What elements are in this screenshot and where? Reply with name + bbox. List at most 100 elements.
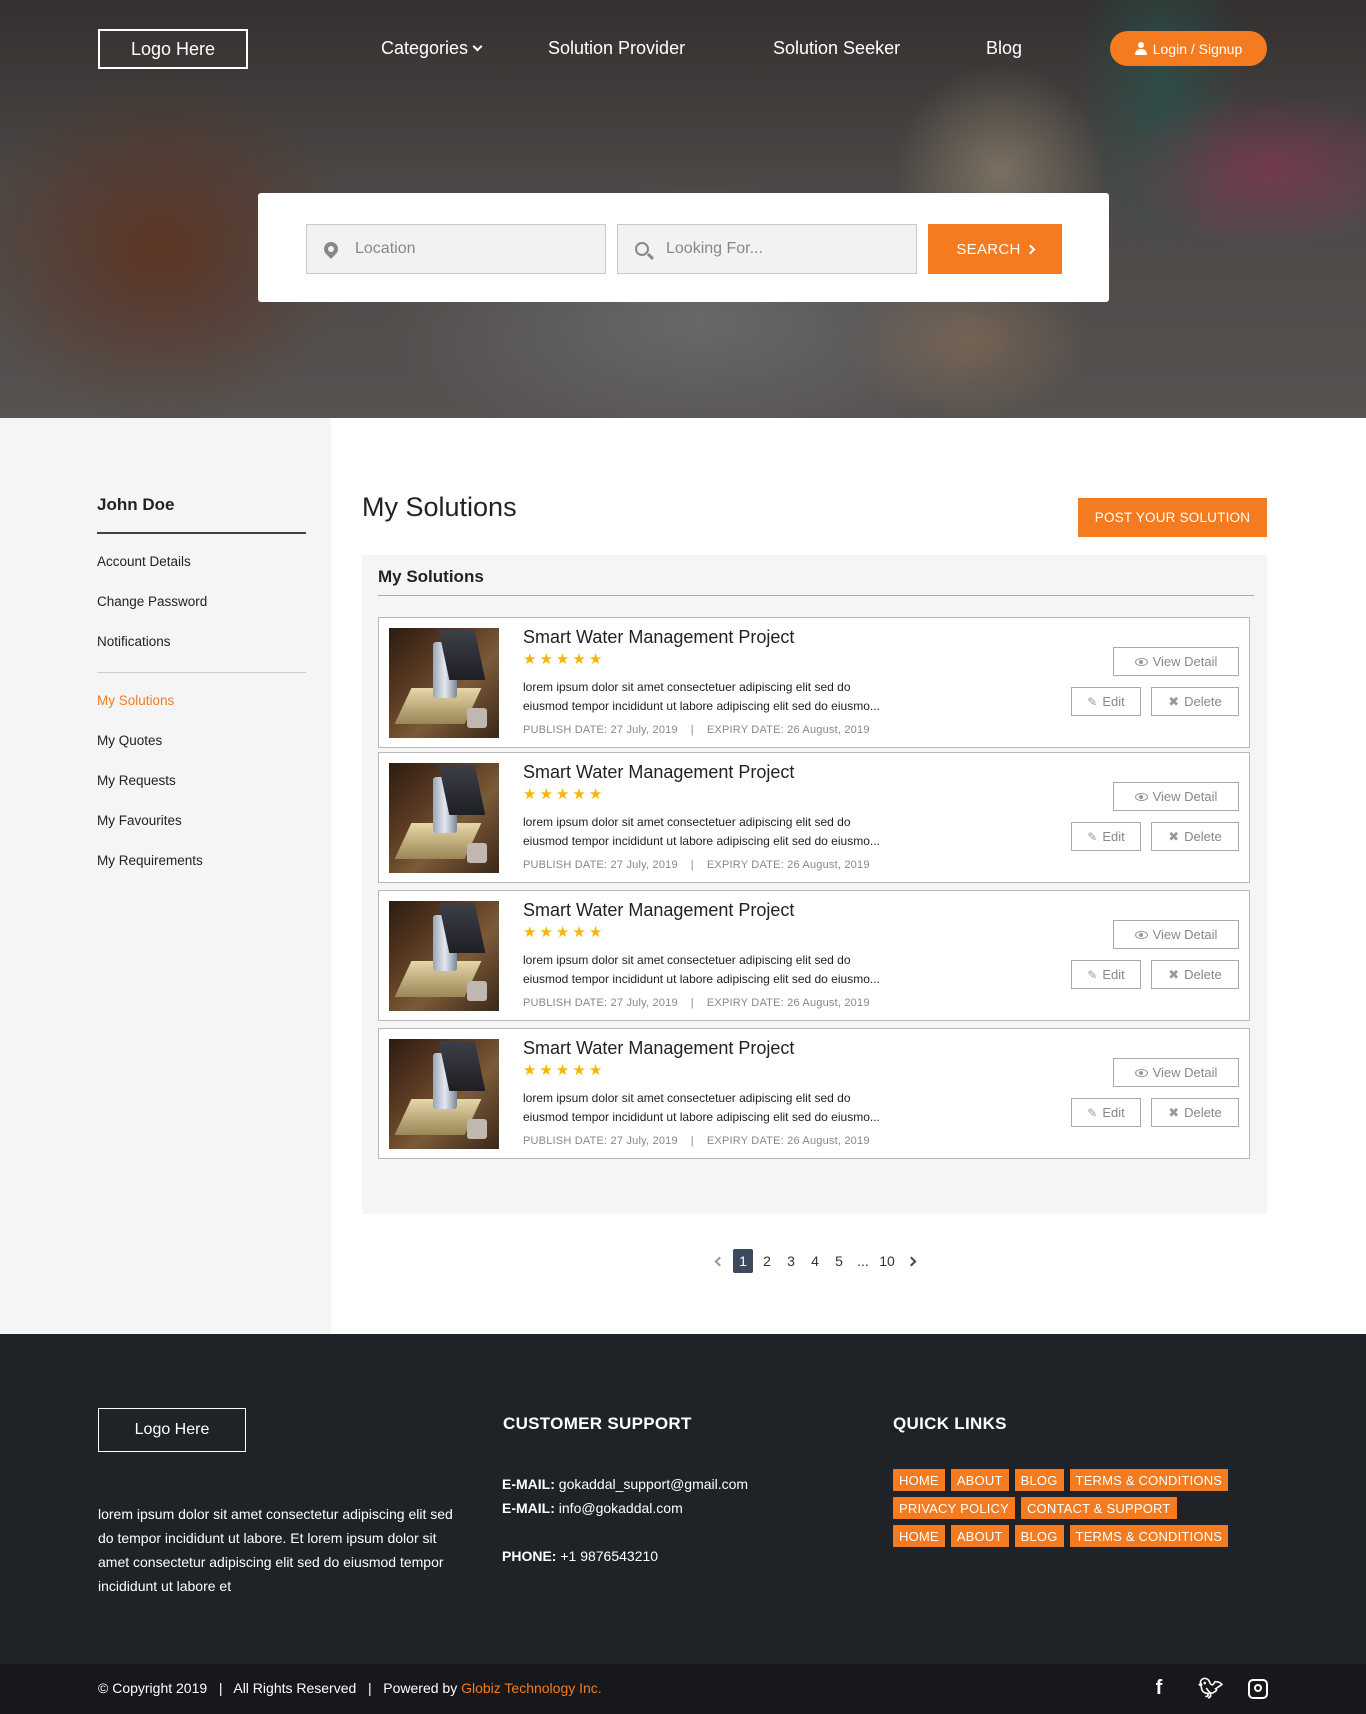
quick-link-home[interactable]: HOME bbox=[893, 1525, 945, 1547]
quick-link-terms[interactable]: TERMS & CONDITIONS bbox=[1069, 1525, 1229, 1547]
delete-button[interactable]: ✖ Delete bbox=[1151, 1098, 1239, 1127]
quick-link-blog[interactable]: BLOG bbox=[1014, 1469, 1064, 1491]
view-detail-button[interactable]: View Detail bbox=[1113, 782, 1239, 811]
delete-label: Delete bbox=[1184, 1105, 1222, 1120]
star-icon: ★ bbox=[555, 924, 570, 941]
star-icon: ★ bbox=[523, 1062, 537, 1079]
sidebar-item-my-requests[interactable]: My Requests bbox=[97, 773, 176, 788]
nav-blog[interactable]: Blog bbox=[986, 38, 1022, 59]
page-link[interactable]: 5 bbox=[827, 1249, 851, 1273]
solution-thumbnail[interactable] bbox=[389, 763, 499, 873]
description-line: lorem ipsum dolor sit amet consectetuer … bbox=[523, 680, 851, 694]
sidebar-item-change-password[interactable]: Change Password bbox=[97, 594, 207, 609]
quick-link-privacy[interactable]: PRIVACY POLICY bbox=[893, 1497, 1015, 1519]
login-signup-button[interactable]: Login / Signup bbox=[1110, 31, 1267, 66]
star-icon: ★ bbox=[572, 924, 586, 941]
looking-for-input[interactable]: Looking For... bbox=[617, 224, 917, 274]
solution-title[interactable]: Smart Water Management Project bbox=[523, 900, 794, 921]
solution-dates: PUBLISH DATE: 27 July, 2019 | EXPIRY DAT… bbox=[523, 859, 870, 871]
sidebar-item-my-quotes[interactable]: My Quotes bbox=[97, 733, 162, 748]
star-icon: ★ bbox=[523, 924, 537, 941]
solution-title[interactable]: Smart Water Management Project bbox=[523, 627, 794, 648]
quick-link-contact[interactable]: CONTACT & SUPPORT bbox=[1020, 1497, 1177, 1519]
quick-link-about[interactable]: ABOUT bbox=[950, 1469, 1009, 1491]
edit-button[interactable]: ✎ Edit bbox=[1071, 960, 1141, 989]
solution-title[interactable]: Smart Water Management Project bbox=[523, 762, 794, 783]
delete-label: Delete bbox=[1184, 967, 1222, 982]
phone-value[interactable]: +1 9876543210 bbox=[560, 1548, 658, 1564]
delete-label: Delete bbox=[1184, 694, 1222, 709]
view-detail-button[interactable]: View Detail bbox=[1113, 1058, 1239, 1087]
nav-categories[interactable]: Categories bbox=[381, 38, 483, 59]
sidebar-item-account-details[interactable]: Account Details bbox=[97, 554, 191, 569]
pagination-prev[interactable] bbox=[707, 1249, 731, 1273]
nav-solution-provider[interactable]: Solution Provider bbox=[548, 38, 685, 59]
solution-title[interactable]: Smart Water Management Project bbox=[523, 1038, 794, 1059]
post-solution-button[interactable]: POST YOUR SOLUTION bbox=[1078, 498, 1267, 537]
eye-icon bbox=[1134, 1068, 1148, 1077]
sidebar-item-notifications[interactable]: Notifications bbox=[97, 634, 171, 649]
quick-link-home[interactable]: HOME bbox=[893, 1469, 945, 1491]
page-link[interactable]: 2 bbox=[755, 1249, 779, 1273]
quick-link-terms[interactable]: TERMS & CONDITIONS bbox=[1069, 1469, 1229, 1491]
quick-link-blog[interactable]: BLOG bbox=[1014, 1525, 1064, 1547]
solution-thumbnail[interactable] bbox=[389, 628, 499, 738]
star-icon: ★ bbox=[588, 786, 603, 803]
description-line: eiusmod tempor incididunt ut labore adip… bbox=[523, 1110, 880, 1124]
quick-link-about[interactable]: ABOUT bbox=[950, 1525, 1009, 1547]
delete-button[interactable]: ✖ Delete bbox=[1151, 822, 1239, 851]
sidebar-item-my-requirements[interactable]: My Requirements bbox=[97, 853, 203, 868]
description-line: lorem ipsum dolor sit amet consectetuer … bbox=[523, 1091, 851, 1105]
email-value[interactable]: gokaddal_support@gmail.com bbox=[559, 1476, 748, 1492]
view-detail-label: View Detail bbox=[1152, 1065, 1218, 1080]
view-detail-button[interactable]: View Detail bbox=[1113, 920, 1239, 949]
edit-label: Edit bbox=[1102, 694, 1125, 709]
solution-thumbnail[interactable] bbox=[389, 901, 499, 1011]
view-detail-button[interactable]: View Detail bbox=[1113, 647, 1239, 676]
edit-button[interactable]: ✎ Edit bbox=[1071, 822, 1141, 851]
star-icon: ★ bbox=[572, 651, 586, 668]
bottom-bar: © Copyright 2019 | All Rights Reserved |… bbox=[0, 1664, 1366, 1714]
solution-description: lorem ipsum dolor sit amet consectetuer … bbox=[523, 678, 933, 716]
rating-stars: ★ ★ ★ ★ ★ bbox=[523, 1063, 602, 1078]
page-link[interactable]: 1 bbox=[733, 1249, 753, 1273]
star-icon: ★ bbox=[523, 786, 537, 803]
page-link[interactable]: 4 bbox=[803, 1249, 827, 1273]
login-signup-label: Login / Signup bbox=[1152, 40, 1243, 57]
pencil-icon: ✎ bbox=[1087, 1105, 1098, 1120]
footer-logo[interactable]: Logo Here bbox=[98, 1408, 246, 1452]
hero-banner: Logo Here Categories Solution Provider S… bbox=[0, 0, 1366, 418]
eye-icon bbox=[1134, 930, 1148, 939]
quick-links-heading: QUICK LINKS bbox=[893, 1414, 1007, 1433]
sidebar-item-my-solutions[interactable]: My Solutions bbox=[97, 693, 174, 708]
solution-card: Smart Water Management Project ★ ★ ★ ★ ★ lor… bbox=[378, 1028, 1250, 1159]
close-icon: ✖ bbox=[1168, 828, 1180, 844]
sidebar-divider bbox=[97, 532, 306, 534]
location-input[interactable]: Location bbox=[306, 224, 606, 274]
nav-solution-seeker[interactable]: Solution Seeker bbox=[773, 38, 900, 59]
facebook-icon[interactable]: f bbox=[1148, 1677, 1170, 1700]
panel-divider bbox=[378, 595, 1254, 596]
page-link[interactable]: 3 bbox=[779, 1249, 803, 1273]
instagram-icon[interactable] bbox=[1248, 1678, 1268, 1699]
star-icon: ★ bbox=[588, 924, 603, 941]
pagination: 1 2 3 4 5 ... 10 bbox=[707, 1249, 923, 1273]
description-line: eiusmod tempor incididunt ut labore adip… bbox=[523, 699, 880, 713]
email-label: E-MAIL: bbox=[502, 1476, 555, 1492]
page-link[interactable]: 10 bbox=[875, 1249, 899, 1273]
pagination-next[interactable] bbox=[899, 1249, 923, 1273]
sidebar-item-my-favourites[interactable]: My Favourites bbox=[97, 813, 182, 828]
search-button[interactable]: SEARCH bbox=[928, 224, 1062, 274]
powered-by-link[interactable]: Globiz Technology Inc. bbox=[461, 1680, 602, 1696]
header-logo[interactable]: Logo Here bbox=[98, 29, 248, 69]
pencil-icon: ✎ bbox=[1087, 829, 1098, 844]
star-icon: ★ bbox=[555, 651, 570, 668]
twitter-icon[interactable]: 🐦︎ bbox=[1198, 1676, 1223, 1701]
delete-button[interactable]: ✖ Delete bbox=[1151, 687, 1239, 716]
email-value[interactable]: info@gokaddal.com bbox=[559, 1500, 683, 1516]
edit-button[interactable]: ✎ Edit bbox=[1071, 1098, 1141, 1127]
delete-button[interactable]: ✖ Delete bbox=[1151, 960, 1239, 989]
solution-card: Smart Water Management Project ★ ★ ★ ★ ★ lor… bbox=[378, 752, 1250, 883]
edit-button[interactable]: ✎ Edit bbox=[1071, 687, 1141, 716]
solution-thumbnail[interactable] bbox=[389, 1039, 499, 1149]
